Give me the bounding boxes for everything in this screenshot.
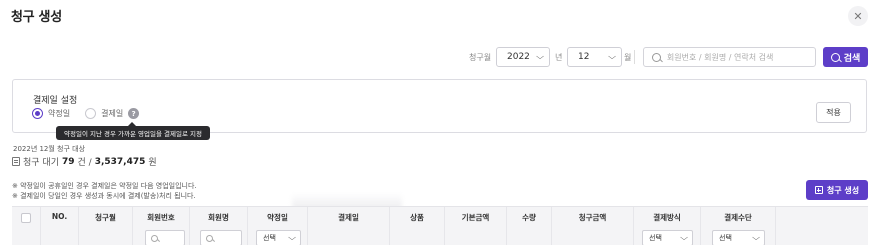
column-header-member-name: 회원명 <box>208 213 229 222</box>
table-header: NO. 청구월 회원번호 회원명 약정일 선택 ⌵ 결제일 상품 기본금액 수량… <box>12 206 868 245</box>
billing-month-label: 청구월 <box>469 52 492 62</box>
contract-date-select[interactable]: 선택 ⌵ <box>256 230 301 245</box>
apply-button[interactable]: 적용 <box>816 102 851 123</box>
year-select[interactable]: 2022 ⌵ <box>496 47 550 67</box>
pending-count: 79 <box>61 156 75 167</box>
document-icon <box>12 157 20 166</box>
payment-method-select[interactable]: 선택 ⌵ <box>642 230 693 245</box>
chevron-down-icon: ⌵ <box>608 52 616 61</box>
help-tooltip: 약정일이 지난 경우 가까운 영업일을 결제일로 지정 <box>56 122 210 140</box>
search-button[interactable]: 검색 <box>823 47 868 67</box>
column-header-contract-date: 약정일 <box>267 213 288 222</box>
payment-date-options: 약정일 결제일 ? <box>32 108 140 119</box>
column-header-billing-amount: 청구금액 <box>578 213 607 222</box>
year-value: 2022 <box>507 52 530 62</box>
month-unit: 월 <box>624 52 632 62</box>
billing-summary: 청구 대기 79 건 / 3,537,475 원 <box>12 155 157 168</box>
column-header-payment-date: 결제일 <box>338 213 359 222</box>
payment-means-select[interactable]: 선택 ⌵ <box>712 230 765 245</box>
column-header-payment-method: 결제방식 <box>653 213 681 222</box>
search-icon <box>206 234 213 242</box>
year-unit: 년 <box>555 52 563 62</box>
column-header-quantity: 수량 <box>522 213 536 222</box>
search-icon <box>151 234 158 242</box>
search-icon <box>652 52 661 62</box>
close-icon: ✕ <box>853 9 863 23</box>
search-icon <box>830 52 840 62</box>
chevron-down-icon: ⌵ <box>752 233 760 242</box>
billing-period: 2022년 12월 청구 대상 <box>13 145 86 153</box>
payment-date-settings: 결제일 설정 약정일 결제일 ? 적용 <box>12 79 867 133</box>
search-field[interactable] <box>643 47 816 67</box>
help-icon[interactable]: ? <box>128 108 140 119</box>
member-name-filter[interactable] <box>200 230 242 245</box>
settings-title: 결제일 설정 <box>33 96 78 106</box>
pending-amount: 3,537,475 <box>94 156 146 167</box>
column-header-base-amount: 기본금액 <box>461 213 490 222</box>
radio-contract-date[interactable] <box>32 108 43 119</box>
column-header-member-number: 회원번호 <box>147 213 175 222</box>
select-all-checkbox[interactable] <box>21 213 31 223</box>
note-holiday: ※ 약정일이 공휴일인 경우 결제일은 약정일 다음 영업일입니다. <box>12 182 197 190</box>
chevron-down-icon: ⌵ <box>288 233 296 242</box>
column-header-no: NO. <box>51 212 68 221</box>
create-billing-button[interactable]: 청구 생성 <box>806 180 868 200</box>
add-icon <box>814 186 823 194</box>
close-button[interactable]: ✕ <box>848 6 868 26</box>
month-select[interactable]: 12 ⌵ <box>567 47 622 67</box>
radio-payment-date[interactable] <box>85 108 97 119</box>
page-title: 청구 생성 <box>11 10 62 25</box>
option-label-contract-date: 약정일 <box>48 109 71 118</box>
month-value: 12 <box>578 52 590 62</box>
column-header-payment-means: 결제수단 <box>724 213 752 222</box>
divider <box>634 50 635 64</box>
option-label-payment-date: 결제일 <box>101 109 124 118</box>
column-header-product: 상품 <box>410 213 424 222</box>
note-same-day: ※ 결제일이 당일인 경우 생성과 동시에 결제(발송)처리 됩니다. <box>12 192 196 200</box>
chevron-down-icon: ⌵ <box>536 52 544 61</box>
chevron-down-icon: ⌵ <box>680 233 688 242</box>
member-number-filter[interactable] <box>145 230 185 245</box>
search-input[interactable] <box>666 52 815 62</box>
column-header-billing-month: 청구월 <box>95 213 116 222</box>
